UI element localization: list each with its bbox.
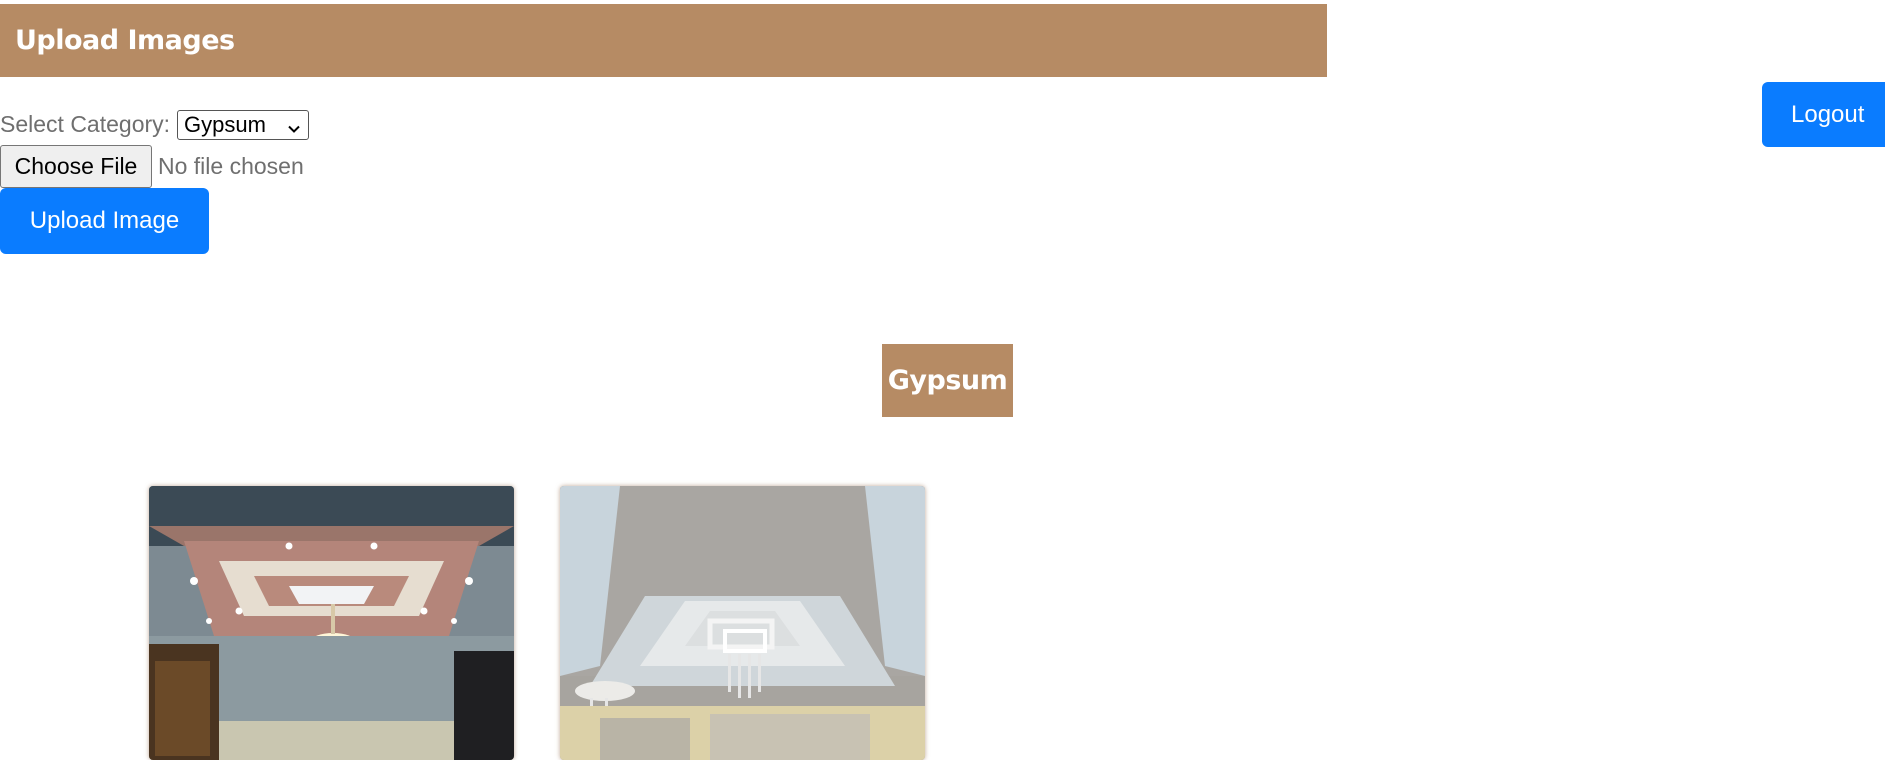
category-label: Select Category:: [0, 111, 171, 137]
page-title: Upload Images: [15, 25, 235, 56]
gallery-image[interactable]: [149, 486, 514, 760]
header-bar: Upload Images: [0, 4, 1327, 77]
file-row: Choose File No file chosen: [0, 144, 304, 188]
file-status: No file chosen: [158, 152, 304, 179]
page: Upload Images Logout Select Category: Gy…: [0, 0, 1885, 760]
ceiling-photo-1: [149, 486, 514, 760]
category-select-value: Gypsum: [184, 111, 266, 137]
category-heading: Gypsum: [882, 344, 1013, 417]
choose-file-button[interactable]: Choose File: [0, 144, 152, 188]
category-row: Select Category: Gypsum: [0, 109, 310, 140]
category-select[interactable]: Gypsum: [177, 109, 310, 140]
gallery-image[interactable]: [560, 486, 925, 760]
ceiling-photo-2: [560, 486, 925, 760]
chevron-down-icon: [286, 117, 302, 133]
logout-button[interactable]: Logout: [1762, 82, 1885, 147]
upload-image-button[interactable]: Upload Image: [0, 188, 209, 254]
